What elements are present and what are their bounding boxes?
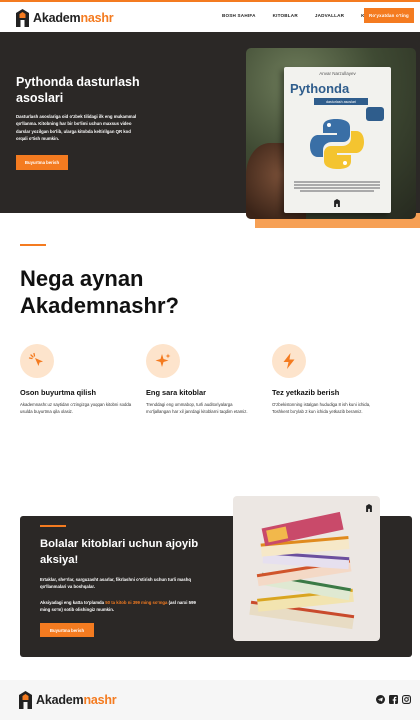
feature-icon-order [20, 344, 54, 378]
promo-note-start: Aksiyadagi eng katta to'plamda [40, 600, 106, 605]
python-logo-icon [310, 119, 364, 169]
hero-book-photo: Anvar Narzullayev Pythonda dasturlash as… [246, 48, 416, 219]
feature-title-order: Oson buyurtma qilish [20, 388, 96, 397]
header: Akademnashr Bosh sahifa Kitoblar Jadvall… [0, 2, 420, 32]
feature-icon-delivery [272, 344, 306, 378]
logo-text-accent: nashr [80, 11, 114, 25]
promo-note-highlight: 50 ta kitob ni 399 ming so'mga [105, 600, 168, 605]
instagram-icon[interactable] [402, 695, 411, 704]
nav-item-tables[interactable]: Jadvallar [315, 13, 344, 18]
footer-logo-mark-icon [19, 691, 32, 709]
why-section-title: Nega aynan Akademnashr? [20, 266, 179, 318]
feature-desc-delivery: O'zbekistonning istalgan hududiga 8 ish … [272, 402, 371, 414]
register-button[interactable]: Ro'yxatdan o'ting [364, 8, 414, 23]
section-accent-bar [20, 244, 46, 246]
nav-item-books[interactable]: Kitoblar [273, 13, 298, 18]
logo[interactable]: Akademnashr [16, 9, 114, 27]
book-cover: Anvar Narzullayev Pythonda dasturlash as… [284, 67, 391, 213]
footer-logo-text-accent: nashr [83, 693, 117, 707]
promo-description: Ertaklar, she'rlar, sarguzasht asarlar, … [40, 577, 192, 589]
footer-logo[interactable]: Akademnashr [19, 691, 117, 709]
book-subtitle: dasturlash asoslari [314, 98, 368, 105]
nav-item-home[interactable]: Bosh sahifa [222, 13, 256, 18]
book-badge [366, 107, 384, 121]
promo-publisher-icon [366, 504, 372, 512]
book-blurb-placeholder [294, 180, 380, 193]
hero-title: Pythonda dasturlash asoslari [16, 75, 140, 105]
feature-desc-books: Trenddagi eng ommabop, turli auditoriyal… [146, 402, 248, 414]
promo-note: Aksiyadagi eng katta to'plamda 50 ta kit… [40, 599, 200, 613]
footer-logo-text-main: Akadem [36, 693, 84, 707]
book-title: Pythonda [290, 81, 350, 96]
social-links [376, 695, 411, 704]
book-stack-illustration [249, 511, 355, 630]
feature-title-delivery: Tez yetkazib berish [272, 388, 340, 397]
hero-order-button[interactable]: Buyurtma berish [16, 155, 68, 170]
promo-accent-bar [40, 525, 66, 527]
hero-description: Dasturlash asoslariga oid o'zbek tilidag… [16, 114, 137, 142]
facebook-icon[interactable] [389, 695, 398, 704]
logo-text-main: Akadem [33, 11, 81, 25]
cursor-click-icon [28, 352, 43, 366]
lightning-icon [283, 353, 295, 369]
book-author: Anvar Narzullayev [319, 71, 356, 76]
promo-order-button[interactable]: Buyurtma berish [40, 623, 94, 637]
feature-desc-order: Akademnashr.uz saytidan o'zingizga yoqqa… [20, 402, 132, 414]
promo-books-photo [233, 496, 380, 641]
promo-title: Bolalar kitoblari uchun ajoyib aksiya! [40, 538, 199, 566]
feature-icon-books [146, 344, 180, 378]
telegram-icon[interactable] [376, 695, 385, 704]
feature-title-books: Eng sara kitoblar [146, 388, 206, 397]
sparkle-icon [155, 353, 171, 367]
publisher-logo-icon [334, 199, 340, 207]
logo-mark-icon [16, 9, 29, 27]
